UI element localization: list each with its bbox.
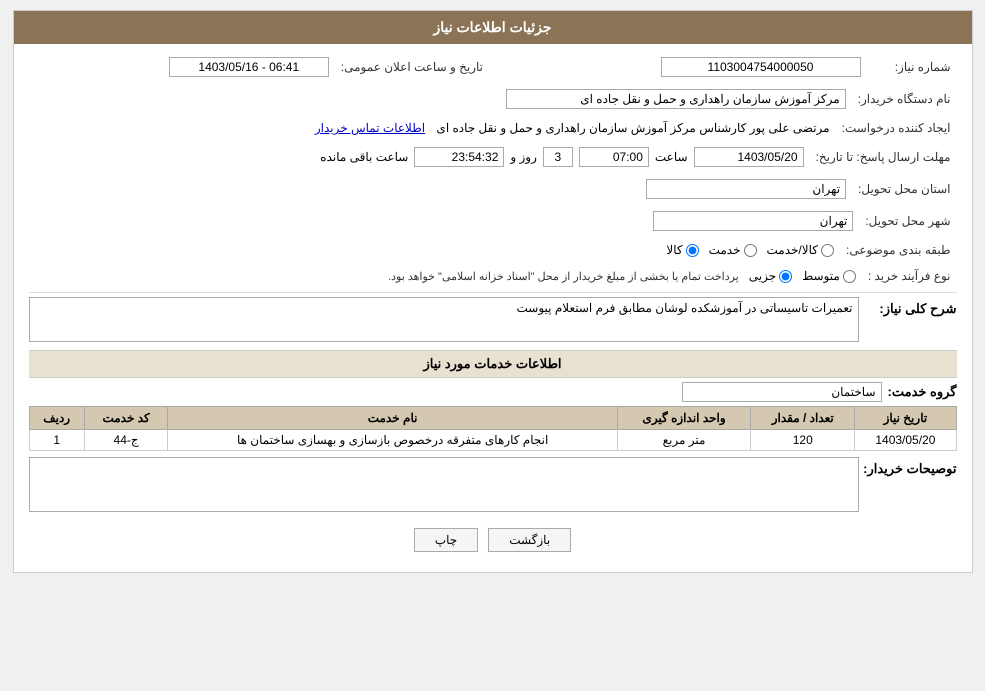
top-info-table: شماره نیاز: تاریخ و ساعت اعلان عمومی: bbox=[29, 54, 957, 80]
cell-radif: 1 bbox=[29, 430, 84, 451]
col-vahed: واحد اندازه گیری bbox=[617, 407, 750, 430]
noe-jozii-label: جزیی bbox=[749, 269, 776, 283]
col-nam: نام خدمت bbox=[168, 407, 618, 430]
ostan-table: استان محل تحویل: bbox=[29, 176, 957, 202]
shomareNiaz-value-cell bbox=[489, 54, 867, 80]
mohlat-time-label: ساعت bbox=[655, 150, 688, 164]
grohe-row: گروه خدمت: bbox=[29, 382, 957, 402]
aanlaan-value-cell bbox=[29, 54, 335, 80]
table-row: 1403/05/20 120 متر مربع انجام کارهای متف… bbox=[29, 430, 956, 451]
cell-kod: ج-44 bbox=[84, 430, 168, 451]
mohlat-label: مهلت ارسال پاسخ: تا تاریخ: bbox=[810, 144, 957, 170]
tabaqe-value-cell: کالا/خدمت خدمت کالا bbox=[29, 240, 840, 260]
ostan-label: استان محل تحویل: bbox=[852, 176, 956, 202]
mohlat-roz-input bbox=[543, 147, 573, 167]
noe-label: نوع فرآیند خرید : bbox=[862, 266, 957, 286]
shomareNiaz-label: شماره نیاز: bbox=[867, 54, 957, 80]
aanlaan-input bbox=[169, 57, 329, 77]
shahr-label: شهر محل تحویل: bbox=[859, 208, 956, 234]
mohlat-remain-label: ساعت باقی مانده bbox=[320, 150, 408, 164]
namDastgah-value-cell bbox=[29, 86, 852, 112]
tabaqe-kala-label: کالا bbox=[666, 243, 682, 257]
cell-tarikh: 1403/05/20 bbox=[855, 430, 956, 451]
noe-table: نوع فرآیند خرید : متوسط جزیی پرداخت تمام… bbox=[29, 266, 957, 286]
noe-mottavasset-item: متوسط bbox=[802, 269, 856, 283]
mohlat-value-cell: ساعت روز و ساعت باقی مانده bbox=[29, 144, 810, 170]
services-section-header: اطلاعات خدمات مورد نیاز bbox=[29, 350, 957, 378]
grohe-input bbox=[682, 382, 882, 402]
bazgasht-button[interactable]: بازگشت bbox=[488, 528, 571, 552]
dastgah-table: نام دستگاه خریدار: bbox=[29, 86, 957, 112]
tabaqe-khedmat-item: خدمت bbox=[709, 243, 757, 257]
shomareNiaz-input bbox=[661, 57, 861, 77]
col-tarikh: تاریخ نیاز bbox=[855, 407, 956, 430]
col-tedad: تعداد / مقدار bbox=[751, 407, 855, 430]
chap-button[interactable]: چاپ bbox=[414, 528, 478, 552]
tabaqe-table: طبقه بندی موضوعی: کالا/خدمت خدمت bbox=[29, 240, 957, 260]
noe-mottavasset-label: متوسط bbox=[802, 269, 840, 283]
mohlat-date-input bbox=[694, 147, 804, 167]
mohlat-remain-input bbox=[414, 147, 504, 167]
tabaqe-radio-group: کالا/خدمت خدمت کالا bbox=[35, 243, 834, 257]
col-radif: ردیف bbox=[29, 407, 84, 430]
noe-value-cell: متوسط جزیی پرداخت تمام یا بخشی از مبلغ خ… bbox=[29, 266, 862, 286]
aanlaan-label: تاریخ و ساعت اعلان عمومی: bbox=[335, 54, 489, 80]
page-container: جزئیات اطلاعات نیاز شماره نیاز: تاریخ و … bbox=[13, 10, 973, 573]
services-table: تاریخ نیاز تعداد / مقدار واحد اندازه گیر… bbox=[29, 406, 957, 451]
ijadKonande-text: مرتضی علی پور کارشناس مرکز آموزش سازمان … bbox=[436, 121, 829, 135]
shahr-table: شهر محل تحویل: bbox=[29, 208, 957, 234]
page-title: جزئیات اطلاعات نیاز bbox=[433, 19, 551, 35]
deadline-row: ساعت روز و ساعت باقی مانده bbox=[35, 147, 804, 167]
col-kod: کد خدمت bbox=[84, 407, 168, 430]
noe-jozii-item: جزیی bbox=[749, 269, 792, 283]
tabaqe-kala-khedmat-item: کالا/خدمت bbox=[767, 243, 834, 257]
mohlat-table: مهلت ارسال پاسخ: تا تاریخ: ساعت روز و سا… bbox=[29, 144, 957, 170]
mohlat-roz-label: روز و bbox=[510, 150, 537, 164]
process-row: متوسط جزیی پرداخت تمام یا بخشی از مبلغ خ… bbox=[35, 269, 856, 283]
grohe-label: گروه خدمت: bbox=[888, 384, 957, 400]
tabaqe-label: طبقه بندی موضوعی: bbox=[840, 240, 957, 260]
shahr-input bbox=[653, 211, 853, 231]
noe-mottavasset-radio[interactable] bbox=[843, 270, 856, 283]
ijadKonande-label: ایجاد کننده درخواست: bbox=[836, 118, 957, 138]
sharh-label: شرح کلی نیاز: bbox=[867, 301, 957, 317]
tosif-label: توصیحات خریدار: bbox=[867, 461, 957, 477]
notes-section: توصیحات خریدار: bbox=[29, 457, 957, 512]
ijadKonande-value-cell: مرتضی علی پور کارشناس مرکز آموزش سازمان … bbox=[29, 118, 836, 138]
ostan-value-cell bbox=[29, 176, 853, 202]
ostan-input bbox=[646, 179, 846, 199]
namDastgah-input bbox=[506, 89, 846, 109]
noe-jozii-radio[interactable] bbox=[779, 270, 792, 283]
sharh-textarea bbox=[29, 297, 859, 342]
cell-nam: انجام کارهای متفرقه درخصوص بازسازی و بهس… bbox=[168, 430, 618, 451]
tabaqe-khedmat-label: خدمت bbox=[709, 243, 741, 257]
sharh-row: شرح کلی نیاز: bbox=[29, 297, 957, 342]
cell-tedad: 120 bbox=[751, 430, 855, 451]
noe-note: پرداخت تمام یا بخشی از مبلغ خریدار از مح… bbox=[388, 270, 739, 283]
content-area: شماره نیاز: تاریخ و ساعت اعلان عمومی: نا… bbox=[14, 44, 972, 572]
tabaqe-kala-item: کالا bbox=[666, 243, 698, 257]
tosif-textarea bbox=[29, 457, 859, 512]
namDastgah-label: نام دستگاه خریدار: bbox=[852, 86, 957, 112]
ettelaatTamas-link[interactable]: اطلاعات تماس خریدار bbox=[315, 121, 425, 135]
divider-1 bbox=[29, 292, 957, 293]
mohlat-time-input bbox=[579, 147, 649, 167]
shahr-value-cell bbox=[29, 208, 860, 234]
btn-container: بازگشت چاپ bbox=[29, 518, 957, 562]
tabaqe-khedmat-radio[interactable] bbox=[744, 244, 757, 257]
page-header: جزئیات اطلاعات نیاز bbox=[14, 11, 972, 44]
iejad-table: ایجاد کننده درخواست: مرتضی علی پور کارشن… bbox=[29, 118, 957, 138]
tabaqe-kala-khedmat-radio[interactable] bbox=[821, 244, 834, 257]
tabaqe-kala-khedmat-label: کالا/خدمت bbox=[767, 243, 818, 257]
tabaqe-kala-radio[interactable] bbox=[686, 244, 699, 257]
cell-vahed: متر مربع bbox=[617, 430, 750, 451]
